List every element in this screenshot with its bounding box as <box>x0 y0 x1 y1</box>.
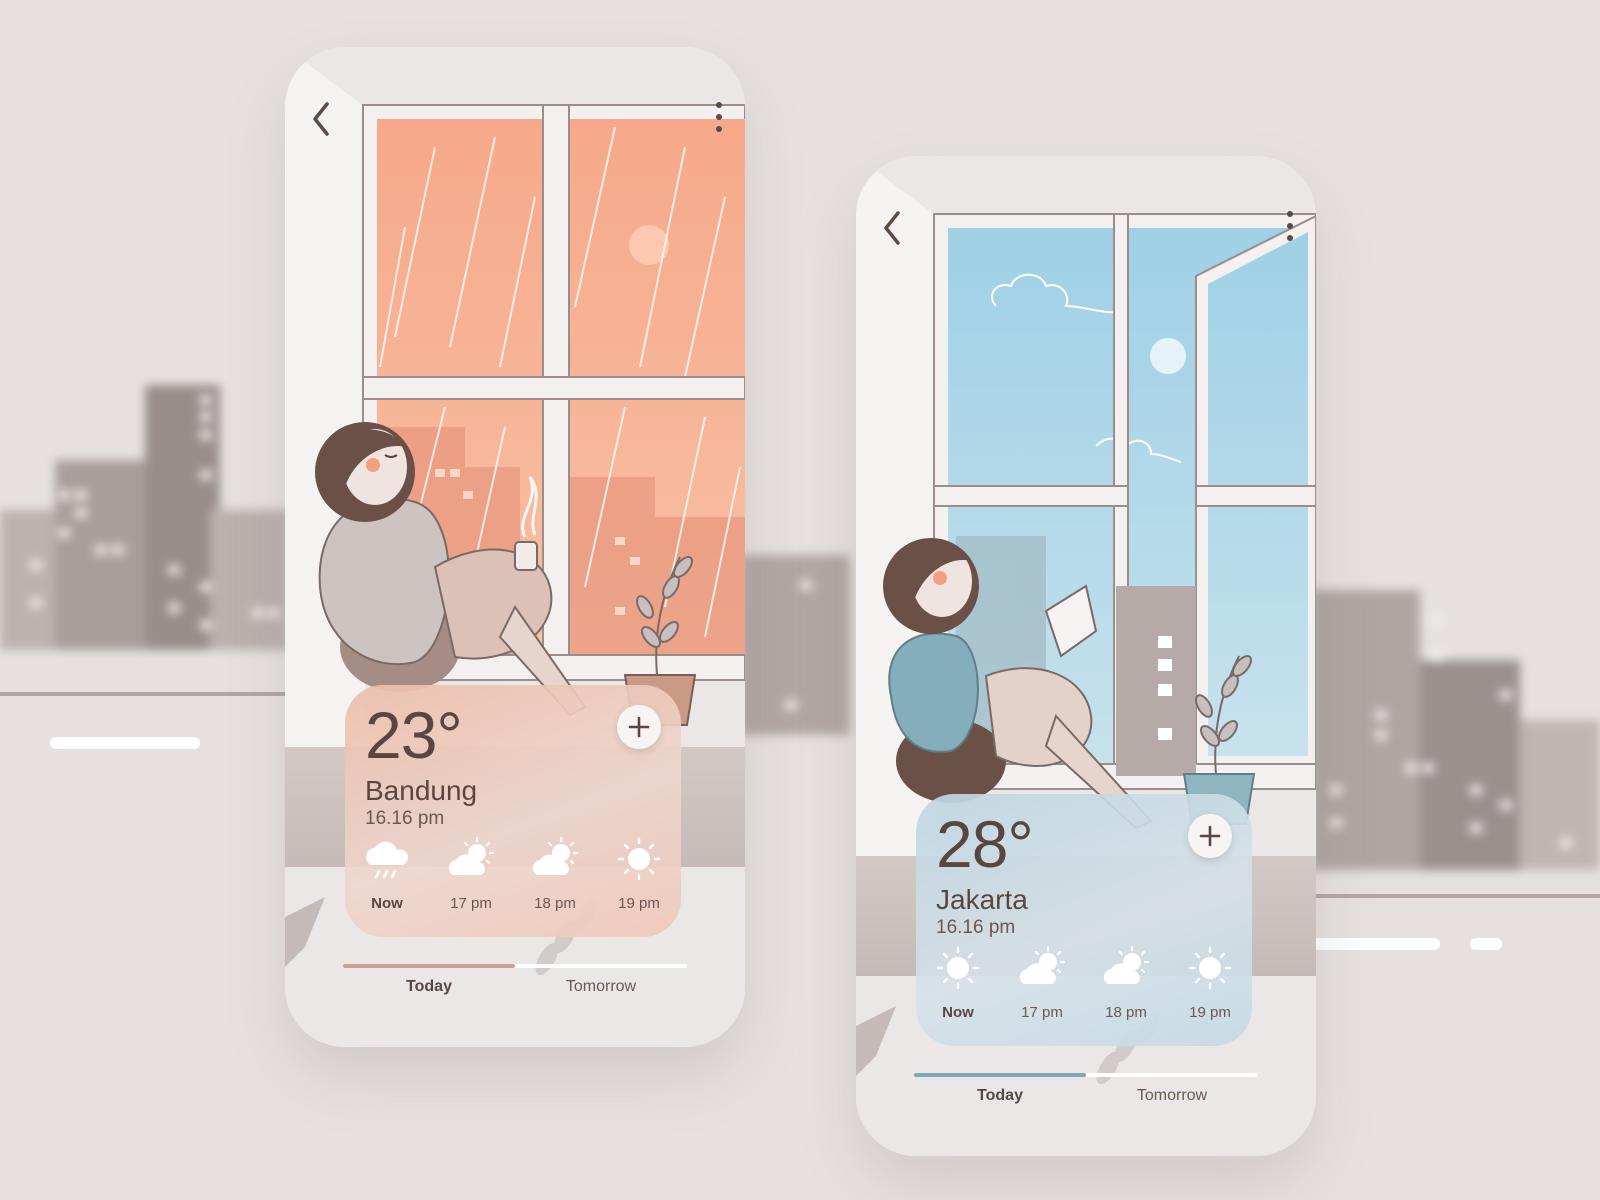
tab-today[interactable]: Today <box>343 978 515 996</box>
forecast-item[interactable]: 19 pm <box>1170 942 1250 1021</box>
tab-tomorrow[interactable]: Tomorrow <box>1086 1087 1258 1105</box>
weather-card: 28° Jakarta 16.16 pm Now 17 pm 18 pm 19 … <box>916 794 1252 1046</box>
phone-screen-jakarta: 28° Jakarta 16.16 pm Now 17 pm 18 pm 19 … <box>856 156 1316 1156</box>
weather-card: 23° Bandung 16.16 pm Now 17 pm 18 pm 19 … <box>345 685 681 937</box>
plus-icon <box>628 716 650 738</box>
back-button[interactable] <box>303 99 339 139</box>
forecast-item[interactable]: 18 pm <box>1086 942 1166 1021</box>
forecast-item[interactable]: Now <box>918 942 998 1021</box>
chevron-left-icon <box>884 211 900 245</box>
forecast-item[interactable]: Now <box>347 833 427 912</box>
cloud-rain-icon <box>366 841 409 879</box>
hourly-forecast: Now 17 pm 18 pm 19 pm <box>345 833 681 923</box>
phone-screen-bandung: 23° Bandung 16.16 pm Now 17 pm 18 pm 19 … <box>285 47 745 1047</box>
active-tab-indicator <box>343 964 515 968</box>
city-name: Jakarta <box>936 884 1028 915</box>
day-tabs: Today Tomorrow <box>914 1073 1258 1113</box>
city-name: Bandung <box>365 775 478 806</box>
sun-icon <box>617 837 661 881</box>
hourly-forecast: Now 17 pm 18 pm 19 pm <box>916 942 1252 1032</box>
more-dots-icon <box>1287 211 1293 217</box>
more-dots-icon <box>716 102 722 108</box>
more-options-button[interactable] <box>1278 204 1302 248</box>
forecast-item[interactable]: 18 pm <box>515 833 595 912</box>
sun-cloud-icon <box>532 836 579 875</box>
back-button[interactable] <box>874 208 910 248</box>
chevron-left-icon <box>313 102 329 136</box>
active-tab-indicator <box>914 1073 1086 1077</box>
forecast-item[interactable]: 17 pm <box>431 833 511 912</box>
sun-cloud-icon <box>1019 945 1066 984</box>
plus-icon <box>1199 825 1221 847</box>
sun-icon <box>936 946 980 990</box>
add-city-button[interactable] <box>617 705 661 749</box>
day-tabs: Today Tomorrow <box>343 964 687 1004</box>
sun-cloud-icon <box>448 836 495 875</box>
background-cityscape <box>0 385 1600 950</box>
tab-today[interactable]: Today <box>914 1087 1086 1105</box>
more-options-button[interactable] <box>707 95 731 139</box>
sun-cloud-icon <box>1103 945 1150 984</box>
temperature: 23° <box>365 698 463 772</box>
forecast-item[interactable]: 19 pm <box>599 833 679 912</box>
sun-icon <box>1188 946 1232 990</box>
temperature: 28° <box>936 807 1034 881</box>
tab-tomorrow[interactable]: Tomorrow <box>515 978 687 996</box>
forecast-item[interactable]: 17 pm <box>1002 942 1082 1021</box>
add-city-button[interactable] <box>1188 814 1232 858</box>
local-time: 16.16 pm <box>936 917 1016 938</box>
local-time: 16.16 pm <box>365 808 445 829</box>
